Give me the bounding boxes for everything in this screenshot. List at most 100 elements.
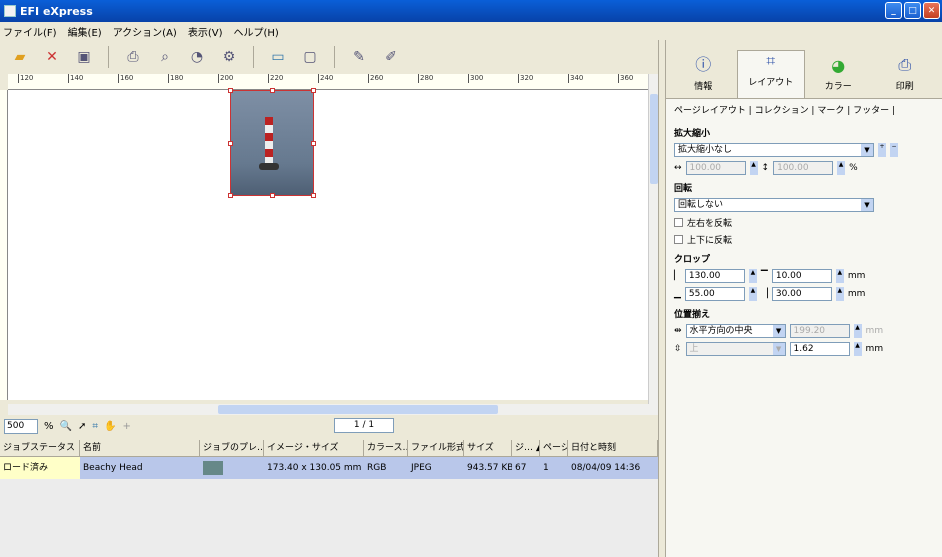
align-v-field[interactable]: 1.62 bbox=[789, 342, 850, 356]
align-h-field[interactable]: 199.20 bbox=[789, 324, 850, 338]
ruler-tick: 240 bbox=[318, 74, 334, 83]
minimize-button[interactable]: _ bbox=[885, 2, 902, 19]
preview-icon[interactable]: ⌕ bbox=[155, 47, 175, 67]
zoom-icon[interactable]: 🔍 bbox=[60, 421, 72, 432]
column-header[interactable]: イメージ・サイズ bbox=[264, 440, 364, 456]
preview-canvas[interactable] bbox=[8, 88, 648, 400]
horizontal-ruler: 120 140 160 180 200 220 240 260 280 300 320 340 360 bbox=[8, 74, 648, 90]
crop-right-spinner[interactable]: ▲ bbox=[835, 287, 844, 301]
save-icon[interactable]: ▣ bbox=[74, 47, 94, 67]
menu-help[interactable]: ヘルプ(H) bbox=[234, 24, 279, 39]
column-header[interactable]: ファイル形式 bbox=[408, 440, 464, 456]
scale-plus-button[interactable]: + bbox=[878, 143, 886, 157]
job-thumbnail bbox=[200, 457, 264, 479]
crop-top-field[interactable]: 10.00 bbox=[771, 269, 832, 283]
resize-handle[interactable] bbox=[270, 88, 275, 93]
horizontal-scrollbar[interactable] bbox=[8, 404, 658, 415]
rotate-select[interactable]: 回転しない ▼ bbox=[674, 198, 874, 212]
align-v-select[interactable]: 上 ▼ bbox=[685, 342, 786, 356]
menu-view[interactable]: 表示(V) bbox=[188, 24, 223, 39]
resize-handle[interactable] bbox=[311, 193, 316, 198]
window-icon[interactable]: ▢ bbox=[300, 47, 320, 67]
resize-handle[interactable] bbox=[311, 141, 316, 146]
resize-handle[interactable] bbox=[228, 193, 233, 198]
align-v-icon: ⇳ bbox=[674, 344, 682, 354]
toolbar: ▰ ✕ ▣ ⎙ ⌕ ◔ ⚙ ▭ ▢ ✎ ✐ bbox=[0, 40, 655, 74]
zoom-input[interactable]: 500 bbox=[4, 418, 38, 434]
panel-splitter[interactable] bbox=[658, 40, 666, 557]
align-h-spinner[interactable]: ▲ bbox=[853, 324, 862, 338]
resize-handle[interactable] bbox=[228, 88, 233, 93]
tab-print[interactable]: ⎙ 印刷 bbox=[872, 55, 939, 98]
image-preview[interactable] bbox=[228, 88, 316, 198]
menu-edit[interactable]: 編集(E) bbox=[68, 24, 102, 39]
hand-icon[interactable]: ✋ bbox=[104, 421, 116, 432]
scale-minus-button[interactable]: − bbox=[890, 143, 898, 157]
align-v-spinner[interactable]: ▲ bbox=[853, 342, 862, 356]
tiff-icon[interactable]: ◔ bbox=[187, 47, 207, 67]
column-header[interactable]: カラース… bbox=[364, 440, 408, 456]
tab-info[interactable]: ⓘ 情報 bbox=[670, 51, 737, 98]
height-spinner[interactable]: ▲ bbox=[837, 161, 846, 175]
ruler-tick: 220 bbox=[268, 74, 284, 83]
height-field[interactable]: 100.00 bbox=[773, 161, 834, 175]
flip-v-checkbox[interactable] bbox=[674, 235, 683, 244]
column-header[interactable]: サイズ bbox=[464, 440, 512, 456]
print-icon[interactable]: ⎙ bbox=[123, 47, 143, 67]
window-title: EFI eXpress bbox=[20, 4, 93, 18]
crop-left-icon: ▏ bbox=[674, 271, 681, 281]
crop-left-spinner[interactable]: ▲ bbox=[748, 269, 757, 283]
edit-icon[interactable]: ✎ bbox=[349, 47, 369, 67]
pointer-icon[interactable]: ➚ bbox=[78, 421, 86, 432]
print-icon: ⎙ bbox=[898, 55, 912, 74]
crop-left-field[interactable]: 130.00 bbox=[684, 269, 745, 283]
scale-select[interactable]: 拡大縮小なし ▼ bbox=[674, 143, 874, 157]
tab-color[interactable]: ◕ カラー bbox=[805, 56, 872, 98]
vertical-scrollbar[interactable] bbox=[648, 74, 658, 404]
menu-action[interactable]: アクション(A) bbox=[113, 24, 177, 39]
resize-handle[interactable] bbox=[311, 88, 316, 93]
table-row[interactable]: ロード済み Beachy Head 173.40 x 130.05 mm RGB… bbox=[0, 457, 658, 479]
tab-layout[interactable]: ⌗ レイアウト bbox=[736, 50, 805, 98]
resize-handle[interactable] bbox=[228, 141, 233, 146]
flip-h-checkbox[interactable] bbox=[674, 218, 683, 227]
crop-bottom-field[interactable]: 55.00 bbox=[684, 287, 745, 301]
ruler-tick: 260 bbox=[368, 74, 384, 83]
panel-tabs: ⓘ 情報 ⌗ レイアウト ◕ カラー ⎙ 印刷 bbox=[666, 40, 942, 98]
column-header[interactable]: ジョブステータス bbox=[0, 440, 80, 456]
table-header: ジョブステータス 名前 ジョブのプレ… イメージ・サイズ カラース… ファイル形… bbox=[0, 440, 658, 457]
delete-icon[interactable]: ✕ bbox=[42, 47, 62, 67]
layout-icon: ⌗ bbox=[766, 51, 776, 70]
align-h-select[interactable]: 水平方向の中央 ▼ bbox=[685, 324, 786, 338]
brush-icon[interactable]: ✐ bbox=[381, 47, 401, 67]
lighthouse-image bbox=[265, 117, 273, 163]
ruler-tick: 300 bbox=[468, 74, 484, 83]
ruler-tick: 120 bbox=[18, 74, 34, 83]
width-field[interactable]: 100.00 bbox=[685, 161, 746, 175]
width-icon: ↔ bbox=[674, 163, 682, 173]
ruler-tick: 200 bbox=[218, 74, 234, 83]
crop-right-field[interactable]: 30.00 bbox=[771, 287, 832, 301]
new-job-icon[interactable]: ▭ bbox=[268, 47, 288, 67]
close-button[interactable]: ✕ bbox=[923, 2, 940, 19]
gear-icon[interactable]: ⚙ bbox=[219, 47, 239, 67]
job-table: ジョブステータス 名前 ジョブのプレ… イメージ・サイズ カラース… ファイル形… bbox=[0, 440, 658, 557]
column-header[interactable]: ジョブのプレ… bbox=[200, 440, 264, 456]
crop-icon[interactable]: ⌗ bbox=[92, 421, 98, 432]
maximize-button[interactable]: □ bbox=[904, 2, 921, 19]
ruler-tick: 340 bbox=[568, 74, 584, 83]
open-folder-icon[interactable]: ▰ bbox=[10, 47, 30, 67]
ruler-tick: 160 bbox=[118, 74, 134, 83]
crop-top-spinner[interactable]: ▲ bbox=[835, 269, 844, 283]
column-header[interactable]: 日付と時刻 bbox=[568, 440, 658, 456]
layout-subtabs[interactable]: ページレイアウト | コレクション | マーク | フッター | bbox=[666, 99, 942, 120]
align-h-icon: ⇹ bbox=[674, 326, 682, 336]
plus-icon[interactable]: + bbox=[122, 421, 130, 432]
resize-handle[interactable] bbox=[270, 193, 275, 198]
column-header[interactable]: ジ… ▲ bbox=[512, 440, 540, 456]
crop-bottom-spinner[interactable]: ▲ bbox=[748, 287, 757, 301]
width-spinner[interactable]: ▲ bbox=[749, 161, 758, 175]
column-header[interactable]: 名前 bbox=[80, 440, 200, 456]
menu-file[interactable]: ファイル(F) bbox=[3, 24, 57, 39]
column-header[interactable]: ページ bbox=[540, 440, 568, 456]
